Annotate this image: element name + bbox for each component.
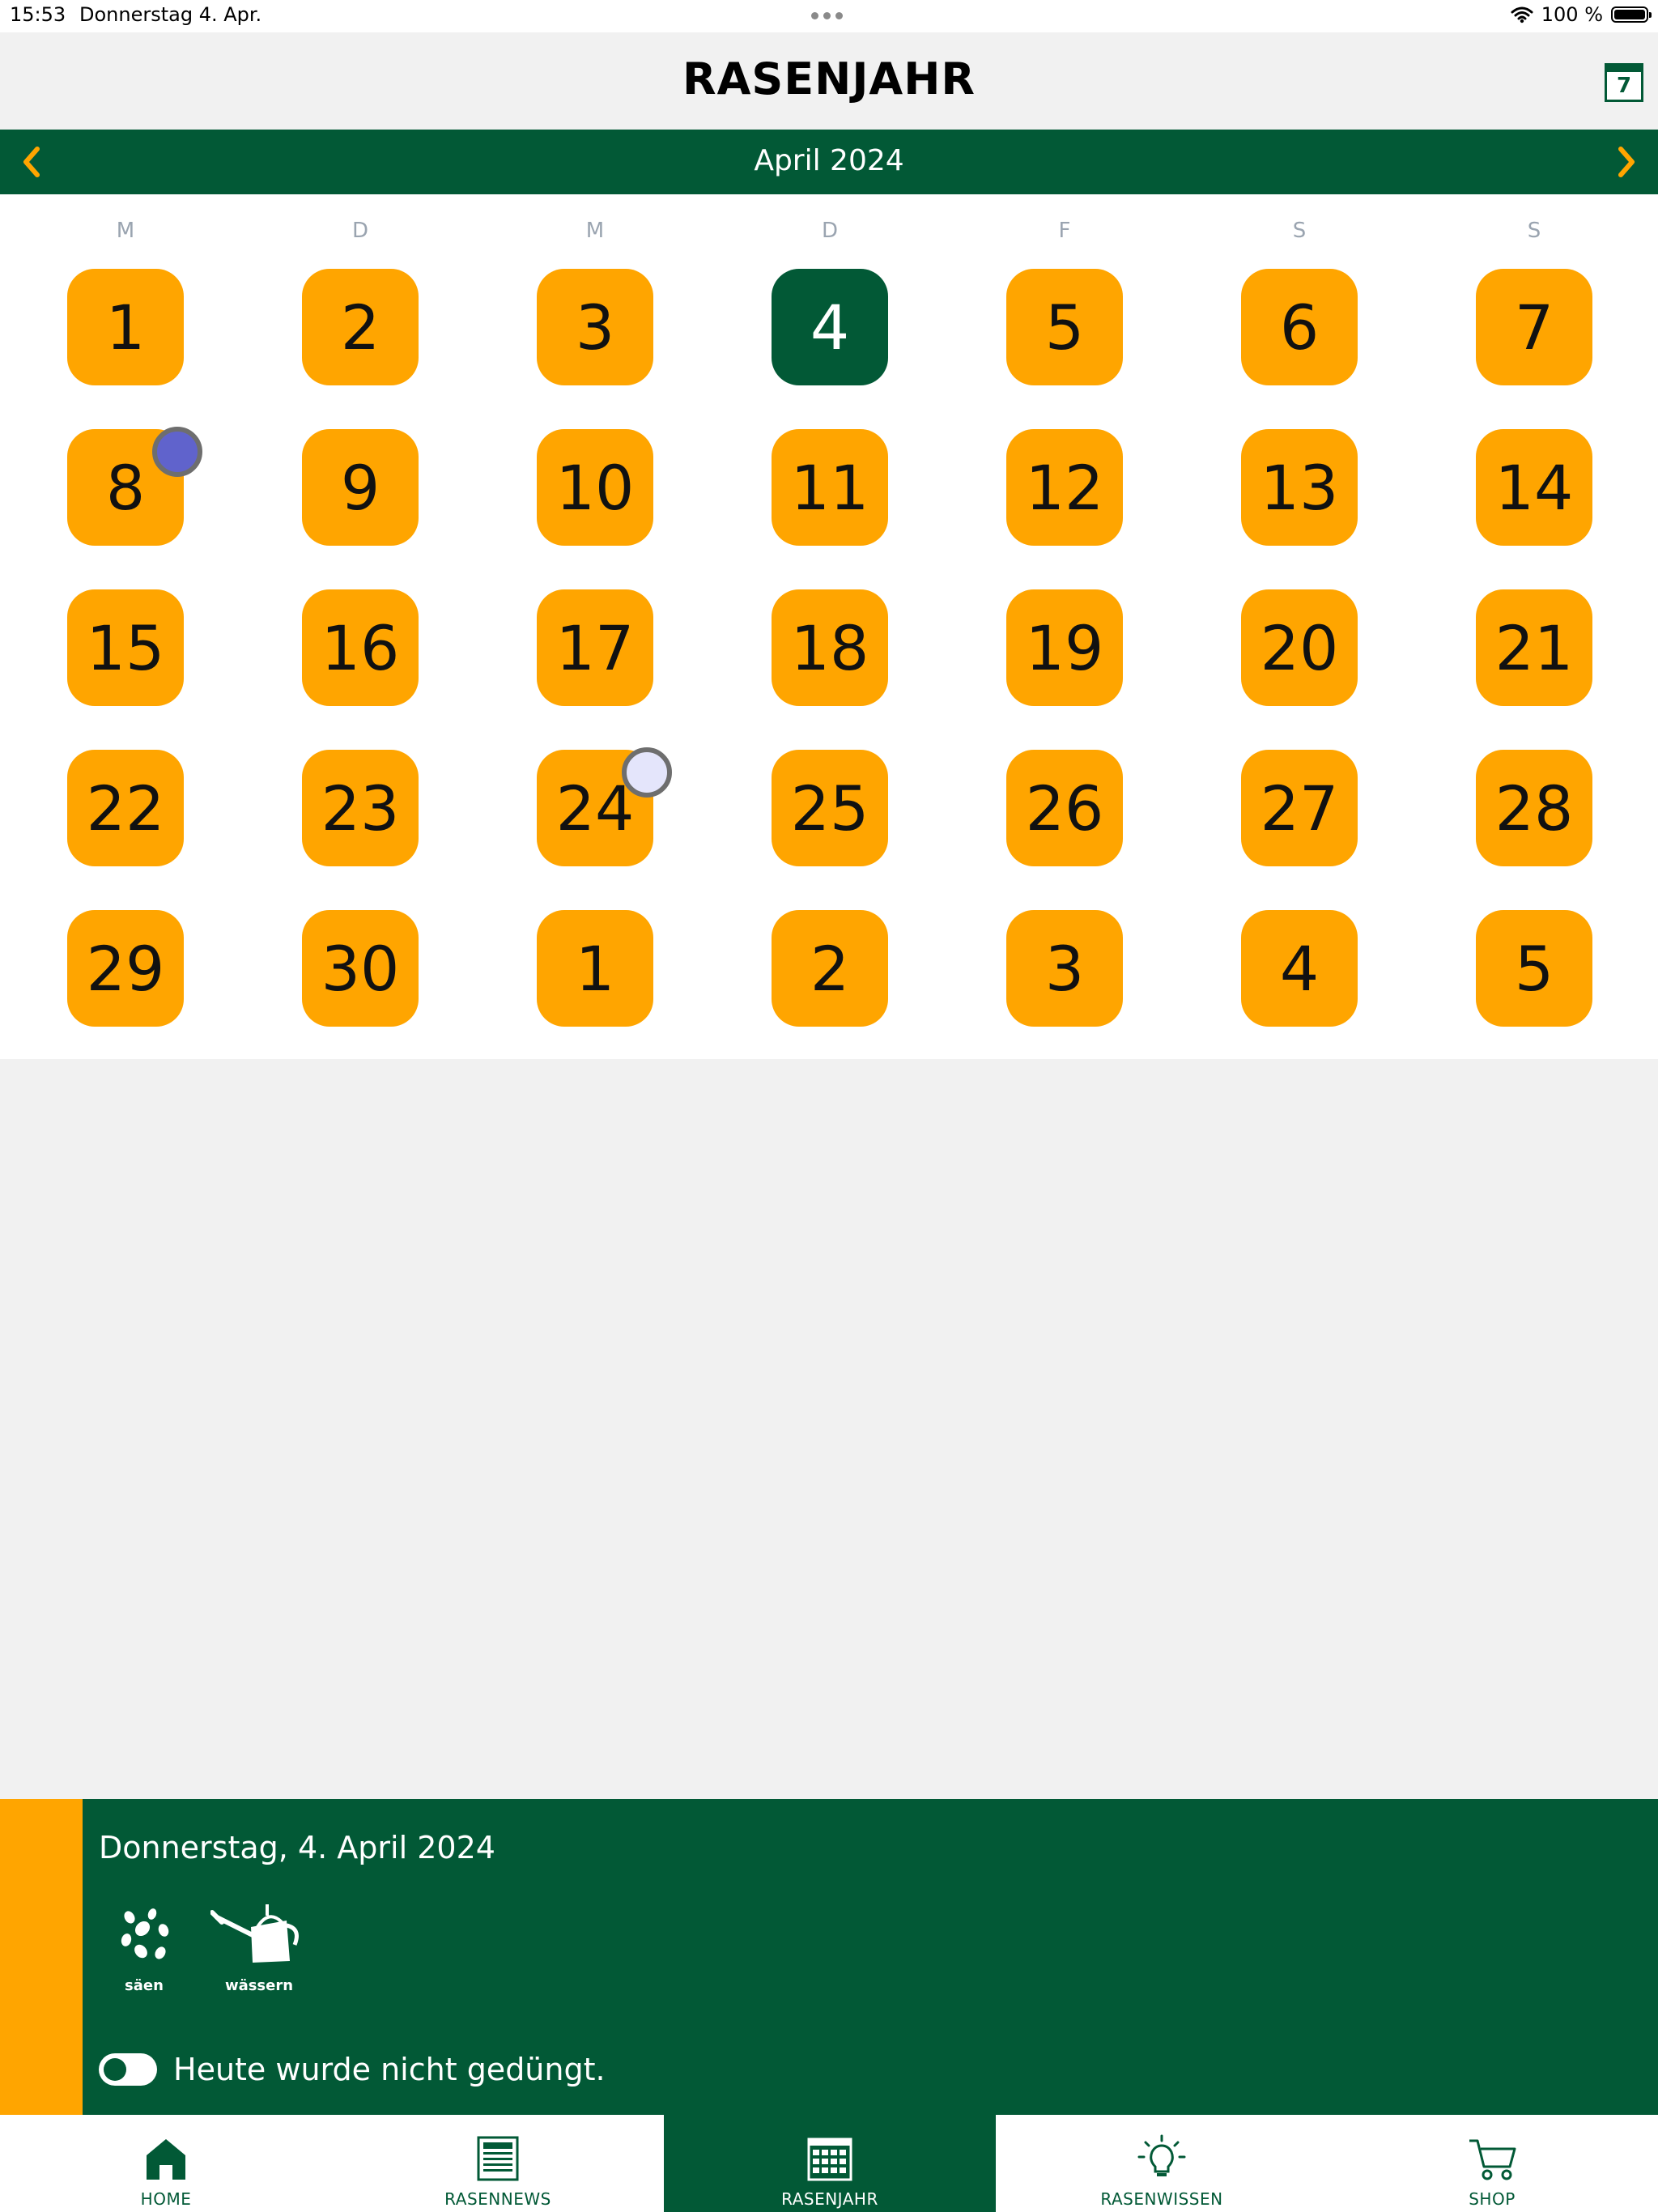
tab-label: RASENWISSEN [1100,2189,1223,2209]
weekday-header: S [1292,219,1307,243]
calendar-day[interactable]: 23 [302,750,419,866]
calendar-day[interactable]: 17 [537,589,653,706]
weekday-header: M [585,219,605,243]
calendar-grid-icon [807,2138,852,2181]
tab-shop[interactable]: SHOP [1326,2115,1658,2212]
calendar-day-selected[interactable]: 4 [772,269,888,385]
task-waessern[interactable]: wässern [210,1903,308,1994]
watering-can-icon [210,1904,299,1963]
calendar-day[interactable]: 2 [772,910,888,1027]
fertilized-toggle[interactable] [99,2053,157,2086]
month-label: April 2024 [754,144,904,177]
newspaper-icon [477,2136,519,2181]
weekday-header: D [821,219,839,243]
calendar-day[interactable]: 20 [1241,589,1358,706]
calendar-day[interactable]: 3 [537,269,653,385]
calendar-day[interactable]: 5 [1476,910,1592,1027]
calendar-day[interactable]: 1 [67,269,184,385]
calendar-day[interactable]: 21 [1476,589,1592,706]
tab-label: RASENJAHR [781,2189,878,2209]
calendar-day[interactable]: 18 [772,589,888,706]
today-calendar-button[interactable]: 7 [1605,63,1643,102]
event-marker-dot [152,427,202,477]
calendar-grid: M D M D F S S 1 2 3 4 5 6 7 8 9 10 11 12 13 14 15 16 17 1… [0,194,1658,1059]
accent-stripe [0,1799,83,2115]
fertilized-status-text: Heute wurde nicht gedüngt. [173,2052,606,2087]
calendar-day[interactable]: 13 [1241,429,1358,546]
calendar-day[interactable]: 2 [302,269,419,385]
calendar-day[interactable]: 7 [1476,269,1592,385]
home-icon [147,2139,185,2180]
calendar-day[interactable]: 30 [302,910,419,1027]
tab-label: RASENNEWS [444,2189,551,2209]
calendar-day[interactable]: 28 [1476,750,1592,866]
tab-rasenjahr[interactable]: RASENJAHR [664,2115,996,2212]
today-calendar-day: 7 [1616,74,1632,98]
status-bar: 15:53 Donnerstag 4. Apr. 100 % [0,0,1658,32]
multitasking-dots-icon[interactable] [811,12,843,19]
weekday-header: M [116,219,135,243]
tab-label: HOME [140,2189,192,2209]
tab-bar: HOME RASENNEWS RASENJAHR RASENWISSEN SHO… [0,2115,1658,2212]
calendar-day[interactable]: 14 [1476,429,1592,546]
page-title: RASENJAHR [682,53,976,104]
calendar-day[interactable]: 19 [1006,589,1123,706]
calendar-day[interactable]: 6 [1241,269,1358,385]
calendar-day[interactable]: 12 [1006,429,1123,546]
calendar-day[interactable]: 4 [1241,910,1358,1027]
calendar-day[interactable]: 3 [1006,910,1123,1027]
event-marker-dot [622,747,672,798]
task-label: wässern [224,1977,294,1994]
calendar-day[interactable]: 11 [772,429,888,546]
tab-home[interactable]: HOME [0,2115,332,2212]
weekday-header: D [351,219,369,243]
calendar-day[interactable]: 29 [67,910,184,1027]
calendar-icon [1607,66,1641,72]
cart-icon [1469,2139,1516,2180]
calendar-day[interactable]: 9 [302,429,419,546]
seeds-icon [121,1908,169,1959]
detail-date: Donnerstag, 4. April 2024 [99,1830,495,1865]
weekday-header: S [1527,219,1541,243]
status-date: Donnerstag 4. Apr. [79,3,262,26]
calendar-day[interactable]: 5 [1006,269,1123,385]
lightbulb-icon [1137,2134,1186,2176]
tab-label: SHOP [1469,2189,1516,2209]
task-label: säen [125,1977,164,1994]
calendar-day[interactable]: 1 [537,910,653,1027]
status-time: 15:53 [10,3,66,26]
status-indicators: 100 % [1511,3,1652,26]
tab-rasennews[interactable]: RASENNEWS [332,2115,664,2212]
day-detail-panel: Donnerstag, 4. April 2024 säen wässern H… [0,1799,1658,2115]
month-navigation: April 2024 [0,130,1658,194]
battery-icon [1611,6,1652,23]
chevron-right-icon[interactable] [1603,139,1648,185]
weekday-header: F [1058,219,1071,243]
calendar-day[interactable]: 15 [67,589,184,706]
battery-percent: 100 % [1541,3,1603,26]
calendar-day[interactable]: 26 [1006,750,1123,866]
calendar-day[interactable]: 10 [537,429,653,546]
calendar-day[interactable]: 27 [1241,750,1358,866]
wifi-icon [1511,6,1533,23]
calendar-day[interactable]: 22 [67,750,184,866]
tab-rasenwissen[interactable]: RASENWISSEN [996,2115,1328,2212]
calendar-day[interactable]: 25 [772,750,888,866]
calendar-day[interactable]: 16 [302,589,419,706]
task-saeen[interactable]: säen [96,1903,193,1994]
app-header: RASENJAHR 7 [0,32,1658,130]
toggle-knob [104,2058,126,2081]
